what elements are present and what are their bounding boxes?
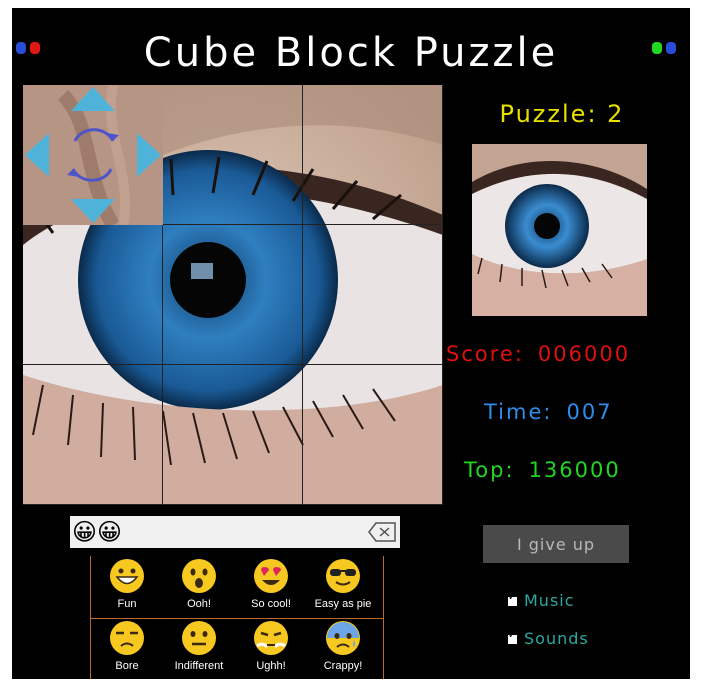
- puzzle-tile[interactable]: [303, 225, 443, 365]
- puzzle-tile[interactable]: [163, 85, 303, 225]
- reaction-label: Bore: [115, 660, 139, 672]
- reaction-so-cool[interactable]: So cool!: [235, 556, 307, 610]
- tile-controls: [23, 85, 163, 225]
- sunglasses-face-icon: [326, 559, 360, 593]
- reaction-input[interactable]: 😀😀: [70, 516, 400, 548]
- score-display: Score: 006000: [446, 342, 630, 366]
- hushed-face-icon: [182, 559, 216, 593]
- puzzle-tile[interactable]: [303, 85, 443, 225]
- reaction-row-1: Fun Ooh! So cool! Easy as pie: [90, 556, 384, 619]
- reaction-label: Easy as pie: [314, 598, 372, 610]
- sounds-checkbox[interactable]: [508, 630, 517, 644]
- score-label: Score:: [446, 342, 524, 366]
- reaction-indifferent[interactable]: Indifferent: [163, 618, 235, 672]
- top-score-display: Top: 136000: [464, 458, 621, 482]
- unamused-face-icon: [110, 621, 144, 655]
- puzzle-tile[interactable]: [163, 365, 303, 505]
- reaction-bore[interactable]: Bore: [91, 618, 163, 672]
- time-value: 007: [566, 400, 613, 424]
- reaction-ughh[interactable]: Ughh!: [235, 618, 307, 672]
- reaction-row-2: Bore Indifferent Ughh! Crappy!: [90, 618, 384, 679]
- reaction-label: Ughh!: [256, 660, 286, 672]
- reaction-label: Indifferent: [174, 660, 224, 672]
- game-screen: Cube Block Puzzle Puzzle: 2 Score: 00600…: [12, 8, 690, 679]
- grinning-face-icon: [110, 559, 144, 593]
- neutral-face-icon: [182, 621, 216, 655]
- backspace-icon[interactable]: [368, 522, 396, 542]
- game-title: Cube Block Puzzle: [143, 30, 559, 76]
- time-display: Time: 007: [484, 400, 613, 424]
- anxious-face-icon: [326, 621, 360, 655]
- puzzle-tile[interactable]: [23, 365, 163, 505]
- steam-face-icon: [254, 621, 288, 655]
- puzzle-number-label: Puzzle: 2: [452, 100, 672, 128]
- sounds-toggle[interactable]: Sounds: [508, 629, 589, 648]
- reaction-label: Fun: [117, 598, 137, 610]
- top-label: Top:: [464, 458, 515, 482]
- music-toggle[interactable]: Music: [508, 591, 575, 610]
- reaction-label: So cool!: [251, 598, 291, 610]
- reaction-label: Crappy!: [323, 660, 363, 672]
- puzzle-tile[interactable]: [303, 365, 443, 505]
- sounds-label: Sounds: [524, 629, 589, 648]
- reaction-ooh[interactable]: Ooh!: [163, 556, 235, 610]
- puzzle-tile[interactable]: [163, 225, 303, 365]
- give-up-button[interactable]: I give up: [483, 525, 629, 563]
- puzzle-board: [23, 85, 443, 505]
- music-checkbox[interactable]: [508, 592, 517, 606]
- score-value: 006000: [537, 342, 631, 366]
- music-label: Music: [524, 591, 575, 610]
- selected-emojis: 😀😀: [72, 518, 123, 546]
- reaction-fun[interactable]: Fun: [91, 556, 163, 610]
- puzzle-tile[interactable]: [23, 225, 163, 365]
- top-value: 136000: [528, 458, 621, 482]
- reaction-crappy[interactable]: Crappy!: [307, 618, 379, 672]
- time-label: Time:: [484, 400, 553, 424]
- puzzle-label: Puzzle:: [499, 100, 598, 128]
- target-image-preview: [472, 144, 647, 316]
- reaction-label: Ooh!: [187, 598, 211, 610]
- heart-eyes-face-icon: [254, 559, 288, 593]
- reaction-easy-as-pie[interactable]: Easy as pie: [307, 556, 379, 610]
- puzzle-number: 2: [607, 100, 625, 128]
